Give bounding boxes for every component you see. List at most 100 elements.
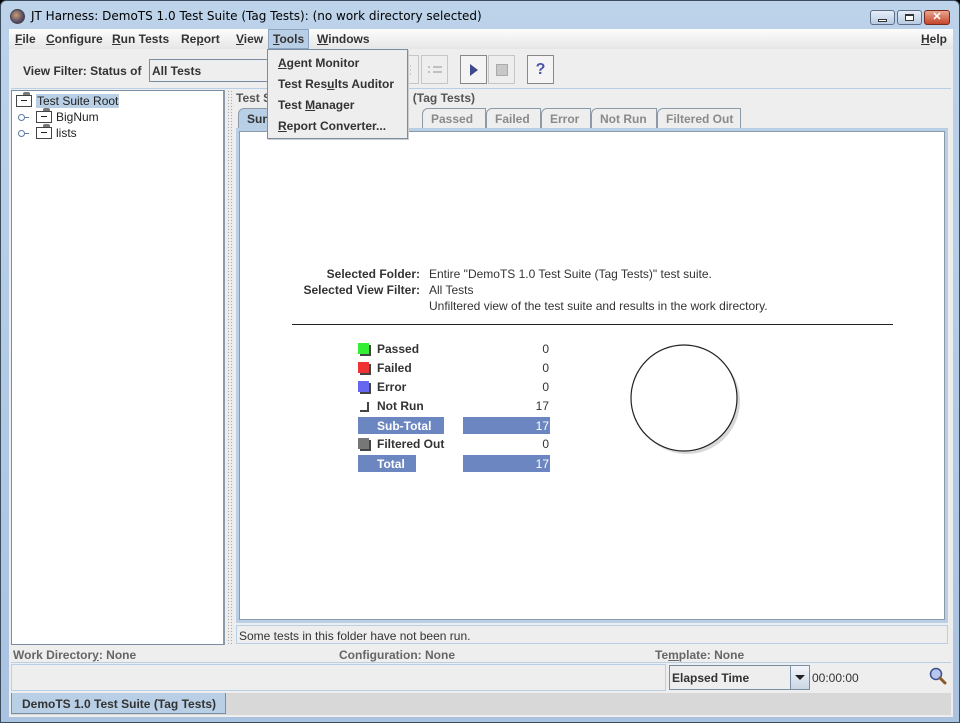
tree-node-label: lists [56,125,77,140]
stat-row-sub-total: Sub-Total [358,417,444,434]
tree-node-lists[interactable]: lists [18,123,77,140]
work-directory-label[interactable]: Work Directory: None [13,648,136,662]
stats-table: Passed 0 Failed 0 Error 0 Not Run 17 Sub-Total 17… [358,341,558,476]
stat-row-total: Total [358,455,416,472]
tab-filtered-out[interactable]: Filtered Out [657,108,741,128]
stat-label: Sub-Total [377,419,432,433]
selected-filter-value: All Tests [429,283,474,297]
menu-item-test-results-auditor[interactable]: Test Results Auditor [278,77,394,91]
expand-handle-icon[interactable] [18,129,29,137]
stat-label: Passed [377,342,420,356]
swatch-color [358,438,369,449]
label-mnemonic: y [92,648,99,662]
menu-item-agent-monitor[interactable]: Agent Monitor [278,56,359,70]
menu-help-mnemonic: H [921,32,930,46]
divider [292,324,893,325]
menu-run-tests-label: un Tests [120,32,170,46]
info-bar: Work Directory: None Configuration: None… [11,647,951,663]
filtered-out-legend-icon [358,438,372,452]
configuration-label[interactable]: Configuration: None [339,648,455,662]
label-part: Work Director [13,648,93,662]
start-run-button[interactable] [460,55,487,84]
progress-area [11,664,666,691]
tree-node-bignum[interactable]: BigNum [18,107,99,124]
window-title: JT Harness: DemoTS 1.0 Test Suite (Tag T… [31,9,482,23]
time-mode-select[interactable]: Elapsed Time [669,665,810,690]
minimize-button[interactable] [870,10,895,25]
tab-not-run[interactable]: Not Run [591,108,657,128]
maximize-button[interactable] [897,10,922,25]
stat-value: 0 [542,437,549,451]
label-mnemonic: g [369,648,377,662]
title-bar[interactable]: JT Harness: DemoTS 1.0 Test Suite (Tag T… [1,1,959,31]
menu-view[interactable]: View [232,29,267,49]
menu-item-label-pre: Test [278,98,306,112]
toolbar: View Filter: Status of All Tests ? [11,51,951,89]
menu-help[interactable]: Help [917,29,951,49]
menu-bar: File Configure Run Tests Report View Too… [9,29,953,49]
close-icon: ✕ [932,11,942,23]
stat-value-sub-total: 17 [463,417,550,434]
split-pane-divider[interactable] [227,90,234,645]
magnifier-icon[interactable] [929,667,947,685]
expand-handle-icon[interactable] [18,113,29,121]
label-part: uration: None [377,648,455,662]
dropdown-arrow-button[interactable] [790,666,809,689]
view-filter-label: View Filter: Status of [23,64,142,78]
bottom-bar: Elapsed Time 00:00:00 [11,664,951,691]
stat-row-not-run: Not Run 17 [358,398,558,415]
menu-windows-label: indows [328,32,370,46]
elapsed-time: 00:00:00 [812,671,859,685]
menu-tools-label: ools [279,32,305,46]
minimize-icon [878,18,887,22]
list-view-icon [427,65,442,73]
label-part: Te [655,648,669,662]
menu-item-label: anager [315,98,355,112]
stat-value-total: 17 [463,455,550,472]
selected-folder-label: Selected Folder: [326,267,420,281]
help-button[interactable]: ? [527,55,554,84]
selected-filter-description: Unfiltered view of the test suite and re… [429,299,768,313]
play-icon [469,63,478,76]
menu-item-label: gent Monitor [286,56,360,70]
menu-run-tests-mnemonic: R [112,32,121,46]
menu-item-test-manager[interactable]: Test Manager [278,98,354,112]
help-icon: ? [535,60,546,78]
menu-report-label: ort [203,32,220,46]
chevron-down-icon [795,675,805,680]
doc-tab-demots[interactable]: DemoTS 1.0 Test Suite (Tag Tests) [11,693,227,714]
folder-icon [16,91,32,107]
menu-report[interactable]: Report [177,29,224,49]
menu-windows-mnemonic: W [317,32,329,46]
client-area: File Configure Run Tests Report View Too… [9,29,953,717]
list-view-button[interactable] [421,55,448,84]
menu-windows[interactable]: Windows [313,29,374,49]
swatch-color [358,343,369,354]
close-button[interactable]: ✕ [924,10,950,25]
template-label[interactable]: Template: None [655,648,744,662]
menu-file[interactable]: File [11,29,40,49]
menu-item-report-converter[interactable]: Report Converter... [278,119,386,133]
tree-node-label: BigNum [56,109,99,124]
tab-failed[interactable]: Failed [486,108,541,128]
details-title-left: Test S [236,91,272,105]
menu-item-mnemonic: M [305,98,316,112]
tab-passed[interactable]: Passed [422,108,486,128]
selected-folder-value: Entire "DemoTS 1.0 Test Suite (Tag Tests… [429,267,712,281]
tab-error[interactable]: Error [541,108,591,128]
menu-configure[interactable]: Configure [42,29,107,49]
menu-run-tests[interactable]: Run Tests [108,29,173,49]
menu-item-label-pre: Test Res [278,77,328,91]
time-mode-value: Elapsed Time [672,671,750,685]
menu-report-pre: Re [181,32,197,46]
failed-legend-icon [358,362,372,376]
results-pie-chart [630,344,740,454]
summary-content: Selected Folder: Entire "DemoTS 1.0 Test… [239,131,945,620]
stop-run-button[interactable] [488,55,515,84]
not-run-legend-icon [358,400,372,414]
stat-row-error: Error 0 [358,379,558,396]
tree-node-root[interactable]: Test Suite Root [16,91,120,108]
tab-label: Filtered Out [666,112,734,126]
menu-tools[interactable]: Tools [268,29,310,49]
tab-label: Passed [431,112,474,126]
